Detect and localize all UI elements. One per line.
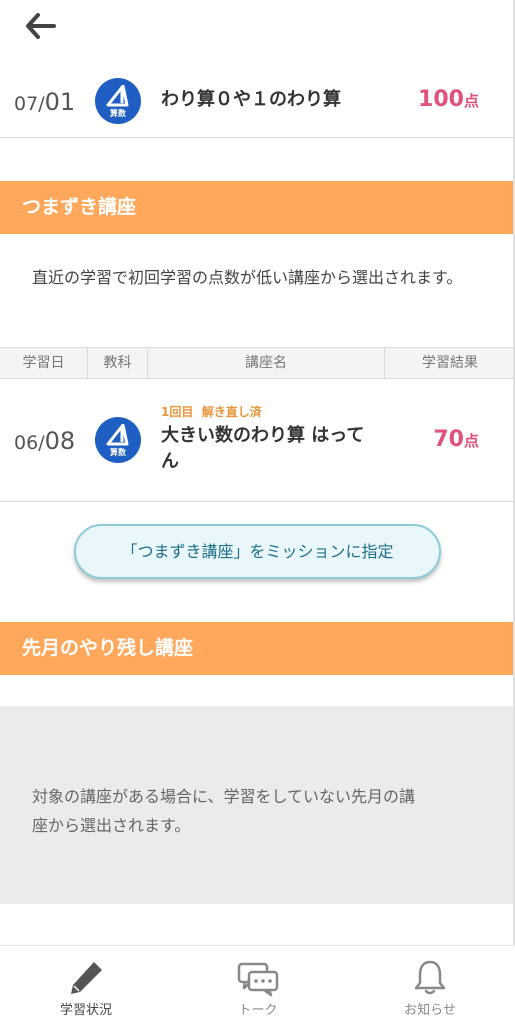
recent-course-row[interactable]: 07/01 算数 わり算０や１のわり算 100点	[0, 64, 515, 138]
math-subject-icon	[106, 424, 129, 446]
stumble-section-description: 直近の学習で初回学習の点数が低い講座から選出されます。	[32, 268, 463, 287]
back-button[interactable]	[20, 8, 60, 44]
math-subject-icon	[106, 85, 129, 107]
leftover-empty-message: 対象の講座がある場合に、学習をしていない先月の講 座から選出されます。	[32, 787, 416, 835]
bell-icon	[414, 960, 446, 995]
attempt-status: 1回目 解き直し済	[161, 405, 262, 419]
subject-math-badge: 算数	[95, 78, 141, 124]
header-course-name: 講座名	[148, 348, 385, 378]
tab-notifications[interactable]: お知らせ	[344, 946, 515, 1024]
subject-label: 算数	[110, 448, 126, 457]
tab-label: 学習状況	[59, 1003, 112, 1018]
course-date: 06/08	[14, 427, 76, 455]
leftover-empty-box: 対象の講座がある場合に、学習をしていない先月の講 座から選出されます。	[0, 706, 515, 904]
course-title: 大きい数のわり算 はって ん	[161, 425, 365, 472]
subject-label: 算数	[110, 109, 126, 118]
header-study-date: 学習日	[0, 348, 88, 378]
tab-label: トーク	[238, 1003, 278, 1018]
chat-bubbles-icon	[237, 962, 279, 997]
pencil-icon	[71, 962, 102, 994]
header-subject: 教科	[88, 348, 148, 378]
course-date: 07/01	[14, 88, 76, 116]
leftover-section-title: 先月のやり残し講座	[0, 622, 515, 675]
tab-study-status[interactable]: 学習状況	[0, 946, 172, 1024]
course-title: わり算０や１のわり算	[161, 89, 341, 110]
tab-talk[interactable]: トーク	[172, 946, 344, 1024]
header-result: 学習結果	[422, 355, 478, 371]
course-score: 70点	[433, 427, 479, 452]
bottom-tab-bar: 学習状況 トーク お知らせ	[0, 945, 515, 1024]
subject-math-badge: 算数	[95, 417, 141, 463]
tab-label: お知らせ	[404, 1003, 456, 1018]
arrow-left-icon	[26, 13, 56, 39]
header	[0, 0, 515, 64]
course-score: 100点	[418, 87, 479, 112]
stumble-section-title: つまずき講座	[0, 181, 515, 234]
assign-mission-button[interactable]: 「つまずき講座」をミッションに指定	[74, 524, 441, 579]
table-header: 学習日 教科 講座名 学習結果	[0, 347, 515, 379]
